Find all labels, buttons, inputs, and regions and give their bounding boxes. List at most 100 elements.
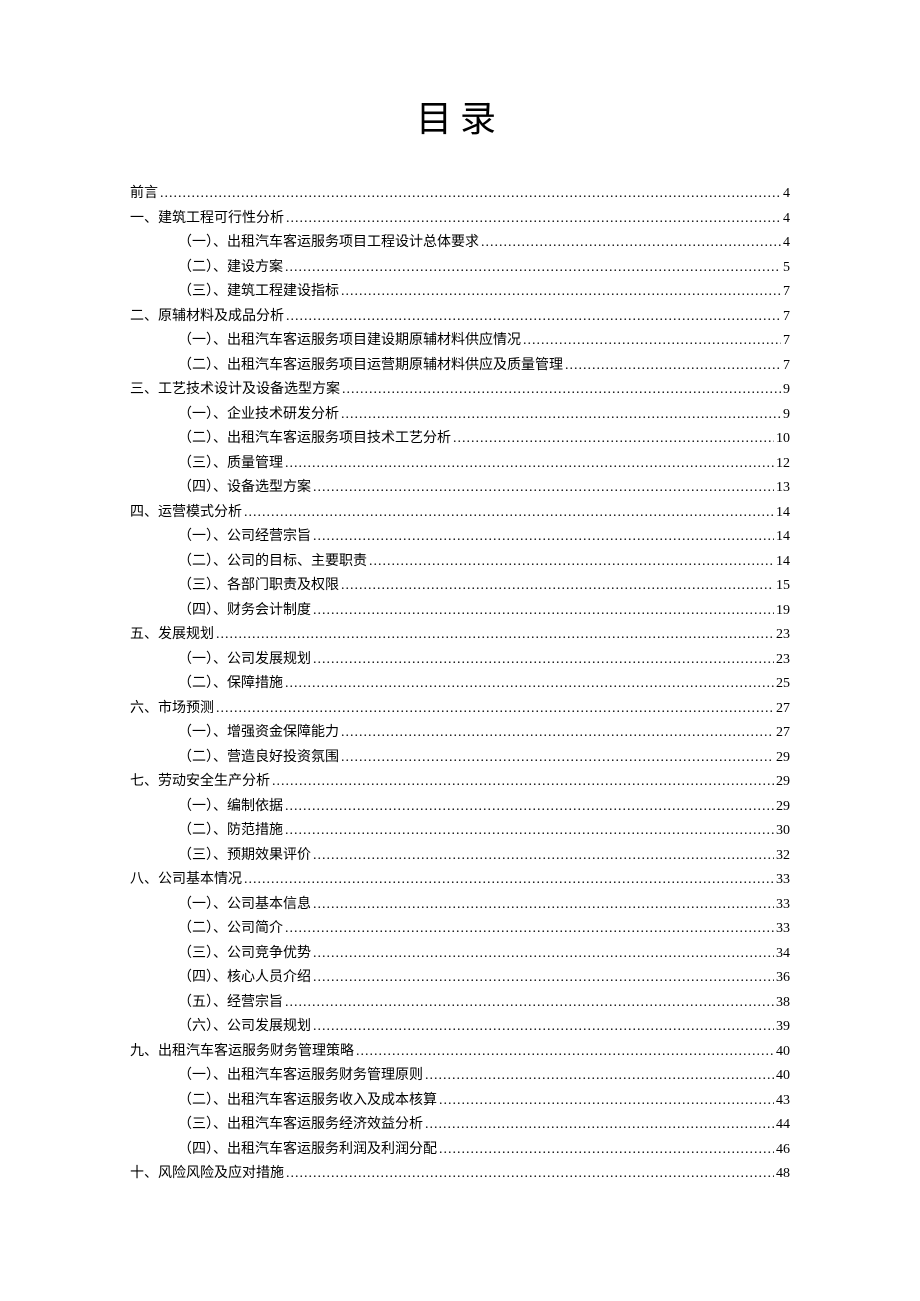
toc-entry[interactable]: （一）、公司经营宗旨..............................… [130,525,790,550]
toc-entry-page: 7 [783,305,790,330]
toc-entry-page: 36 [776,966,790,991]
toc-entry[interactable]: （五）、经营宗旨................................… [130,991,790,1016]
toc-entry-page: 27 [776,697,790,722]
toc-entry[interactable]: 四、运营模式分析................................… [130,501,790,526]
toc-entry[interactable]: 三、工艺技术设计及设备选型方案.........................… [130,378,790,403]
toc-entry[interactable]: （二）、保障措施................................… [130,672,790,697]
toc-entry-label: （三）、公司竞争优势 [178,942,311,967]
toc-entry[interactable]: 二、原辅材料及成品分析.............................… [130,305,790,330]
toc-entry-page: 48 [776,1162,790,1187]
toc-entry-label: （三）、出租汽车客运服务经济效益分析 [178,1113,423,1138]
toc-leader-dots: ........................................… [313,525,774,550]
toc-entry-label: （一）、公司基本信息 [178,893,311,918]
toc-entry[interactable]: （四）、设备选型方案..............................… [130,476,790,501]
toc-entry-page: 13 [776,476,790,501]
toc-entry-page: 23 [776,623,790,648]
toc-entry[interactable]: （一）、公司发展规划..............................… [130,648,790,673]
toc-entry[interactable]: （六）、公司发展规划..............................… [130,1015,790,1040]
toc-entry-label: （一）、公司经营宗旨 [178,525,311,550]
toc-entry[interactable]: 前言......................................… [130,182,790,207]
toc-entry-page: 34 [776,942,790,967]
toc-entry[interactable]: （一）、公司基本信息..............................… [130,893,790,918]
toc-entry[interactable]: （四）、出租汽车客运服务利润及利润分配.....................… [130,1138,790,1163]
toc-entry-label: （二）、出租汽车客运服务收入及成本核算 [178,1089,437,1114]
toc-entry-label: 十、风险风险及应对措施 [130,1162,284,1187]
toc-leader-dots: ........................................… [313,844,774,869]
toc-entry[interactable]: （二）、公司简介................................… [130,917,790,942]
toc-leader-dots: ........................................… [286,305,781,330]
toc-entry[interactable]: （二）、出租汽车客运服务项目技术工艺分析....................… [130,427,790,452]
toc-entry-page: 7 [783,329,790,354]
toc-entry-page: 7 [783,354,790,379]
toc-entry[interactable]: （三）、建筑工程建设指标............................… [130,280,790,305]
toc-entry-label: （一）、编制依据 [178,795,283,820]
toc-entry-page: 4 [783,231,790,256]
toc-entry[interactable]: （三）、各部门职责及权限............................… [130,574,790,599]
toc-leader-dots: ........................................… [341,574,774,599]
toc-entry-label: （一）、出租汽车客运服务项目工程设计总体要求 [178,231,479,256]
toc-title: 目录 [130,90,790,142]
toc-entry[interactable]: （二）、防范措施................................… [130,819,790,844]
toc-entry-label: （二）、建设方案 [178,256,283,281]
toc-entry-page: 14 [776,550,790,575]
toc-leader-dots: ........................................… [313,893,774,918]
toc-entry[interactable]: （一）、增强资金保障能力............................… [130,721,790,746]
toc-entry-label: （一）、出租汽车客运服务项目建设期原辅材料供应情况 [178,329,521,354]
toc-leader-dots: ........................................… [216,623,774,648]
toc-entry[interactable]: （二）、建设方案................................… [130,256,790,281]
toc-entry[interactable]: 八、公司基本情况................................… [130,868,790,893]
toc-entry-label: （二）、保障措施 [178,672,283,697]
toc-entry[interactable]: （一）、出租汽车客运服务项目工程设计总体要求..................… [130,231,790,256]
toc-entry-page: 14 [776,525,790,550]
toc-entry-label: （四）、出租汽车客运服务利润及利润分配 [178,1138,437,1163]
toc-entry-label: （二）、出租汽车客运服务项目技术工艺分析 [178,427,451,452]
toc-entry[interactable]: （一）、出租汽车客运服务项目建设期原辅材料供应情况...............… [130,329,790,354]
toc-entry-label: 九、出租汽车客运服务财务管理策略 [130,1040,354,1065]
toc-entry-label: （四）、设备选型方案 [178,476,311,501]
toc-entry-label: 四、运营模式分析 [130,501,242,526]
toc-leader-dots: ........................................… [341,280,781,305]
toc-entry[interactable]: 五、发展规划..................................… [130,623,790,648]
toc-entry[interactable]: 七、劳动安全生产分析..............................… [130,770,790,795]
toc-entry[interactable]: （三）、预期效果评价..............................… [130,844,790,869]
toc-entry[interactable]: 九、出租汽车客运服务财务管理策略........................… [130,1040,790,1065]
toc-entry-page: 25 [776,672,790,697]
toc-entry[interactable]: （二）、出租汽车客运服务收入及成本核算.....................… [130,1089,790,1114]
toc-entry[interactable]: （一）、出租汽车客运服务财务管理原则......................… [130,1064,790,1089]
toc-leader-dots: ........................................… [285,991,774,1016]
toc-entry-page: 10 [776,427,790,452]
toc-leader-dots: ........................................… [439,1138,774,1163]
toc-entry-label: 八、公司基本情况 [130,868,242,893]
toc-entry-label: （五）、经营宗旨 [178,991,283,1016]
toc-entry-label: （一）、增强资金保障能力 [178,721,339,746]
toc-entry-page: 33 [776,893,790,918]
toc-entry[interactable]: （二）、出租汽车客运服务项目运营期原辅材料供应及质量管理............… [130,354,790,379]
toc-entry-label: （三）、质量管理 [178,452,283,477]
toc-entry[interactable]: 十、风险风险及应对措施.............................… [130,1162,790,1187]
toc-entry[interactable]: （三）、质量管理................................… [130,452,790,477]
toc-entry-page: 27 [776,721,790,746]
toc-entry[interactable]: （三）、公司竞争优势..............................… [130,942,790,967]
toc-entry[interactable]: （一）、企业技术研发分析............................… [130,403,790,428]
toc-leader-dots: ........................................… [341,403,781,428]
toc-leader-dots: ........................................… [285,795,774,820]
toc-entry-label: 三、工艺技术设计及设备选型方案 [130,378,340,403]
toc-entry[interactable]: （二）、营造良好投资氛围............................… [130,746,790,771]
toc-entry[interactable]: （四）、财务会计制度..............................… [130,599,790,624]
toc-entry[interactable]: 六、市场预测..................................… [130,697,790,722]
toc-leader-dots: ........................................… [285,452,774,477]
toc-entry-label: 二、原辅材料及成品分析 [130,305,284,330]
toc-entry[interactable]: （三）、出租汽车客运服务经济效益分析......................… [130,1113,790,1138]
toc-entry-label: （二）、公司的目标、主要职责 [178,550,367,575]
toc-leader-dots: ........................................… [313,966,774,991]
toc-entry-page: 4 [783,207,790,232]
toc-entry[interactable]: （四）、核心人员介绍..............................… [130,966,790,991]
toc-leader-dots: ........................................… [313,1015,774,1040]
toc-leader-dots: ........................................… [453,427,774,452]
toc-entry[interactable]: 一、建筑工程可行性分析.............................… [130,207,790,232]
toc-entry[interactable]: （一）、编制依据................................… [130,795,790,820]
toc-entry[interactable]: （二）、公司的目标、主要职责..........................… [130,550,790,575]
toc-entry-page: 29 [776,746,790,771]
toc-leader-dots: ........................................… [285,672,774,697]
toc-entry-page: 40 [776,1064,790,1089]
